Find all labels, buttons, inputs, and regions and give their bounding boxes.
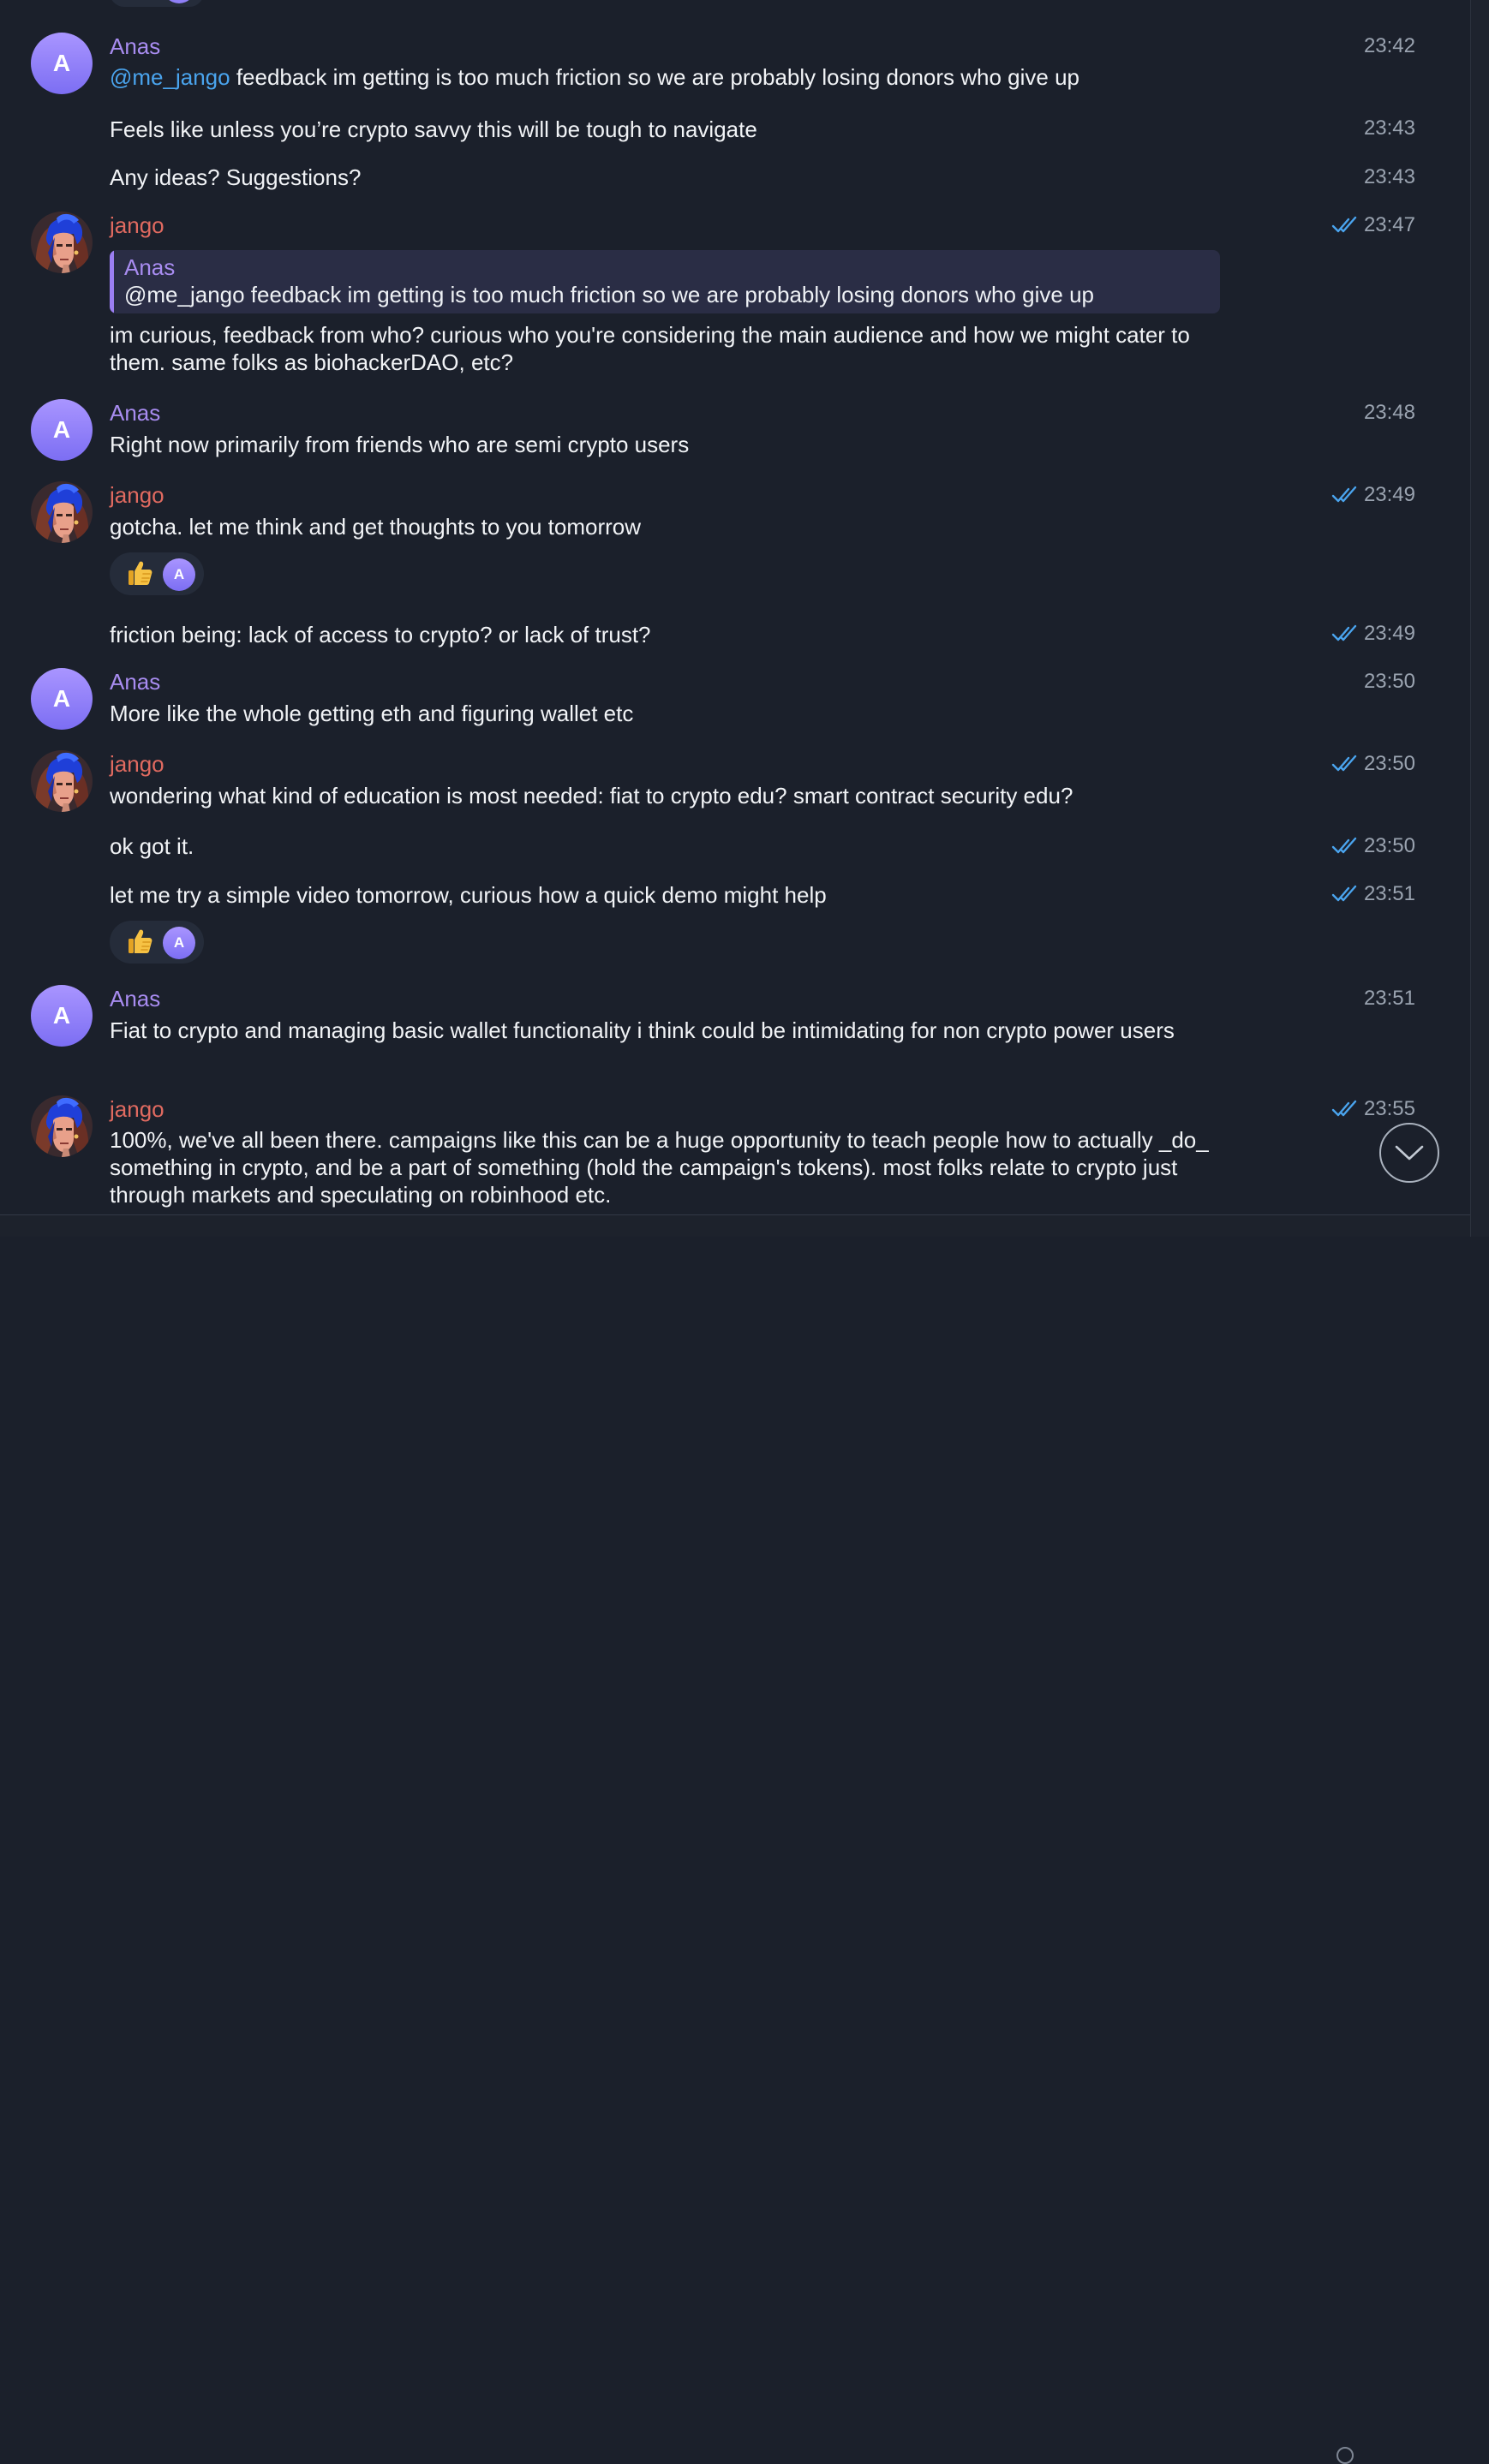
message-time: 23:50 bbox=[1331, 833, 1415, 859]
message-text: More like the whole getting eth and figu… bbox=[110, 701, 634, 726]
message-text: let me try a simple video tomorrow, curi… bbox=[110, 882, 827, 908]
time-label: 23:50 bbox=[1363, 670, 1415, 693]
reaction-chip[interactable]: A bbox=[110, 921, 204, 964]
time-label: 23:51 bbox=[1363, 882, 1415, 905]
message-time: 23:51 bbox=[1364, 986, 1415, 1011]
message-composer[interactable] bbox=[0, 1215, 1470, 2464]
message-text: ok got it. bbox=[110, 833, 194, 859]
avatar-jango[interactable] bbox=[31, 750, 93, 812]
chevron-down-icon bbox=[1395, 1145, 1424, 1160]
jango-avatar-image bbox=[31, 481, 93, 543]
message-time: 23:49 bbox=[1331, 482, 1415, 508]
jango-avatar-image bbox=[31, 1095, 93, 1157]
message-body: feedback im getting is too much friction… bbox=[230, 64, 1080, 90]
time-label: 23:55 bbox=[1363, 1097, 1415, 1120]
message-time: 23:48 bbox=[1364, 400, 1415, 426]
message-text: Right now primarily from friends who are… bbox=[110, 432, 690, 457]
time-label: 23:51 bbox=[1363, 987, 1415, 1010]
message-time: 23:51 bbox=[1331, 881, 1415, 907]
message-time: 23:55 bbox=[1331, 1096, 1415, 1122]
message-text: Fiat to crypto and managing basic wallet… bbox=[110, 1017, 1175, 1043]
time-label: 23:42 bbox=[1363, 34, 1415, 57]
time-label: 23:48 bbox=[1363, 401, 1415, 424]
message-text: 100%, we've all been there. campaigns li… bbox=[110, 1127, 1209, 1208]
double-check-icon bbox=[1331, 755, 1359, 773]
avatar-letter: A bbox=[52, 416, 71, 443]
double-check-icon bbox=[1331, 885, 1359, 904]
sender-name[interactable]: Anas bbox=[110, 33, 160, 59]
sender-name[interactable]: jango bbox=[110, 751, 164, 777]
double-check-icon bbox=[1331, 216, 1359, 235]
chat-history: A Anas @me_jango feedback im getting is … bbox=[0, 0, 1470, 1214]
message-time: 23:50 bbox=[1331, 751, 1415, 777]
message-time: 23:42 bbox=[1364, 33, 1415, 59]
thumbs-up-emoji bbox=[125, 927, 154, 956]
scroll-to-bottom-button[interactable] bbox=[1379, 1123, 1439, 1183]
message-time: 23:43 bbox=[1364, 116, 1415, 141]
scrollbar[interactable] bbox=[1470, 0, 1489, 1237]
time-label: 23:43 bbox=[1363, 165, 1415, 188]
jango-avatar-image bbox=[31, 750, 93, 812]
time-label: 23:43 bbox=[1363, 116, 1415, 140]
sender-name[interactable]: jango bbox=[110, 1096, 164, 1122]
avatar-jango[interactable] bbox=[31, 212, 93, 273]
sender-name[interactable]: Anas bbox=[110, 400, 160, 426]
double-check-icon bbox=[1331, 486, 1359, 504]
avatar-letter: A bbox=[52, 50, 71, 76]
double-check-icon bbox=[1331, 624, 1359, 643]
double-check-icon bbox=[1331, 1100, 1359, 1119]
message-time: 23:43 bbox=[1364, 164, 1415, 190]
emoji-icon[interactable] bbox=[1337, 2447, 1354, 2464]
reaction-chip-partial[interactable] bbox=[110, 0, 204, 7]
message-text: @me_jango feedback im getting is too muc… bbox=[110, 63, 1223, 91]
avatar-jango[interactable] bbox=[31, 481, 93, 543]
time-label: 23:49 bbox=[1363, 483, 1415, 506]
sender-name[interactable]: Anas bbox=[110, 986, 160, 1011]
message-text: friction being: lack of access to crypto… bbox=[110, 622, 651, 647]
message-text: wondering what kind of education is most… bbox=[110, 783, 1073, 808]
reaction-chip[interactable]: A bbox=[110, 552, 204, 595]
sender-name[interactable]: jango bbox=[110, 482, 164, 508]
avatar-anas[interactable]: A bbox=[31, 399, 93, 461]
time-label: 23:50 bbox=[1363, 752, 1415, 775]
reply-sender: Anas bbox=[124, 254, 176, 280]
avatar-letter: A bbox=[52, 1002, 71, 1029]
message-time: 23:47 bbox=[1331, 212, 1415, 238]
message-text: Any ideas? Suggestions? bbox=[110, 164, 362, 190]
message-text: gotcha. let me think and get thoughts to… bbox=[110, 514, 642, 540]
avatar-letter: A bbox=[52, 685, 71, 712]
avatar-jango[interactable] bbox=[31, 1095, 93, 1157]
sender-name[interactable]: Anas bbox=[110, 669, 160, 695]
double-check-icon bbox=[1331, 837, 1359, 856]
message-text: im curious, feedback from who? curious w… bbox=[110, 322, 1190, 375]
message-text: Feels like unless you’re crypto savvy th… bbox=[110, 116, 757, 142]
avatar-anas[interactable]: A bbox=[31, 985, 93, 1047]
reaction-avatar: A bbox=[163, 927, 195, 959]
time-label: 23:50 bbox=[1363, 834, 1415, 857]
reaction-avatar: A bbox=[163, 558, 195, 591]
jango-avatar-image bbox=[31, 212, 93, 273]
avatar-anas[interactable]: A bbox=[31, 668, 93, 730]
thumbs-up-emoji bbox=[125, 558, 154, 588]
sender-name[interactable]: jango bbox=[110, 212, 164, 238]
message-time: 23:50 bbox=[1364, 669, 1415, 695]
reply-accent-bar bbox=[110, 250, 114, 313]
message-time: 23:49 bbox=[1331, 621, 1415, 647]
time-label: 23:49 bbox=[1363, 622, 1415, 645]
avatar-anas[interactable]: A bbox=[31, 33, 93, 94]
reply-text: @me_jango feedback im getting is too muc… bbox=[124, 282, 1095, 307]
reaction-avatar bbox=[163, 0, 195, 3]
mention-link[interactable]: @me_jango bbox=[110, 64, 230, 90]
reply-quote[interactable]: Anas @me_jango feedback im getting is to… bbox=[110, 250, 1220, 313]
time-label: 23:47 bbox=[1363, 213, 1415, 236]
